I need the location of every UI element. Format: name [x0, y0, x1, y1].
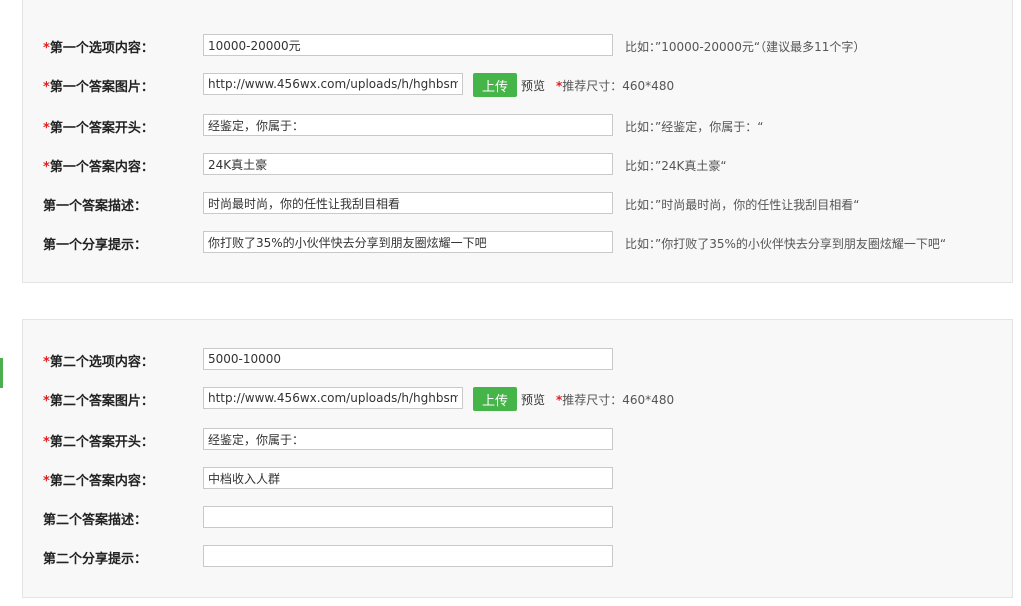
- answer-2-panel: *第二个选项内容： *第二个答案图片： 上传 预览 *推荐尺寸：460*480 …: [22, 319, 1013, 598]
- option-2-content-label: *第二个选项内容：: [43, 355, 154, 370]
- option-2-content-row: *第二个选项内容：: [23, 348, 1012, 372]
- required-marker: *: [43, 394, 50, 409]
- answer-2-image-row: *第二个答案图片： 上传 预览 *推荐尺寸：460*480: [23, 387, 1012, 411]
- answer-1-description-input[interactable]: [203, 192, 613, 214]
- answer-1-preview-link[interactable]: 预览: [521, 77, 545, 94]
- required-marker: *: [43, 474, 50, 489]
- option-1-content-row: *第一个选项内容： 比如：”10000-20000元“（建议最多11个字）: [23, 34, 1012, 58]
- answer-1-opening-hint: 比如：”经鉴定，你属于：“: [625, 120, 764, 134]
- answer-1-image-label: *第一个答案图片：: [43, 80, 154, 95]
- required-marker: *: [43, 160, 50, 175]
- answer-2-opening-input[interactable]: [203, 428, 613, 450]
- left-edge-accent: [0, 358, 3, 388]
- answer-1-description-label: 第一个答案描述：: [43, 199, 148, 214]
- answer-2-image-label: *第二个答案图片：: [43, 394, 154, 409]
- share-1-prompt-row: 第一个分享提示： 比如：”你打败了35%的小伙伴快去分享到朋友圈炫耀一下吧“: [23, 231, 1012, 255]
- required-marker: *: [43, 80, 50, 95]
- share-2-prompt-label: 第二个分享提示：: [43, 552, 148, 567]
- option-1-content-hint: 比如：”10000-20000元“（建议最多11个字）: [625, 40, 866, 54]
- answer-2-description-label: 第二个答案描述：: [43, 513, 148, 528]
- answer-2-content-label: *第二个答案内容：: [43, 474, 154, 489]
- answer-2-size-hint: *推荐尺寸：460*480: [556, 393, 675, 407]
- answer-1-image-url-input[interactable]: [203, 73, 463, 95]
- share-2-prompt-input[interactable]: [203, 545, 613, 567]
- answer-2-description-input[interactable]: [203, 506, 613, 528]
- answer-1-opening-label: *第一个答案开头：: [43, 121, 154, 136]
- answer-2-preview-link[interactable]: 预览: [521, 391, 545, 408]
- share-1-prompt-hint: 比如：”你打败了35%的小伙伴快去分享到朋友圈炫耀一下吧“: [625, 237, 947, 251]
- share-2-prompt-row: 第二个分享提示：: [23, 545, 1012, 569]
- answer-2-opening-label: *第二个答案开头：: [43, 435, 154, 450]
- answer-1-opening-input[interactable]: [203, 114, 613, 136]
- option-1-content-input[interactable]: [203, 34, 613, 56]
- answer-1-opening-row: *第一个答案开头： 比如：”经鉴定，你属于：“: [23, 114, 1012, 138]
- answer-2-content-row: *第二个答案内容：: [23, 467, 1012, 491]
- answer-1-panel: *第一个选项内容： 比如：”10000-20000元“（建议最多11个字） *第…: [22, 0, 1013, 283]
- answer-2-content-input[interactable]: [203, 467, 613, 489]
- answer-2-image-url-input[interactable]: [203, 387, 463, 409]
- answer-1-content-hint: 比如：”24K真土豪“: [625, 159, 727, 173]
- answer-1-description-row: 第一个答案描述： 比如：”时尚最时尚，你的任性让我刮目相看“: [23, 192, 1012, 216]
- answer-1-upload-button[interactable]: 上传: [473, 73, 517, 97]
- share-1-prompt-input[interactable]: [203, 231, 613, 253]
- answer-1-image-row: *第一个答案图片： 上传 预览 *推荐尺寸：460*480: [23, 73, 1012, 97]
- answer-1-description-hint: 比如：”时尚最时尚，你的任性让我刮目相看“: [625, 198, 860, 212]
- required-marker: *: [43, 435, 50, 450]
- required-marker: *: [43, 355, 50, 370]
- answer-1-size-hint: *推荐尺寸：460*480: [556, 79, 675, 93]
- answer-2-description-row: 第二个答案描述：: [23, 506, 1012, 530]
- answer-1-content-label: *第一个答案内容：: [43, 160, 154, 175]
- answer-2-upload-button[interactable]: 上传: [473, 387, 517, 411]
- answer-2-opening-row: *第二个答案开头：: [23, 428, 1012, 452]
- required-marker: *: [43, 41, 50, 56]
- share-1-prompt-label: 第一个分享提示：: [43, 238, 148, 253]
- required-marker: *: [43, 121, 50, 136]
- answer-1-content-input[interactable]: [203, 153, 613, 175]
- option-1-content-label: *第一个选项内容：: [43, 41, 154, 56]
- answer-1-content-row: *第一个答案内容： 比如：”24K真土豪“: [23, 153, 1012, 177]
- option-2-content-input[interactable]: [203, 348, 613, 370]
